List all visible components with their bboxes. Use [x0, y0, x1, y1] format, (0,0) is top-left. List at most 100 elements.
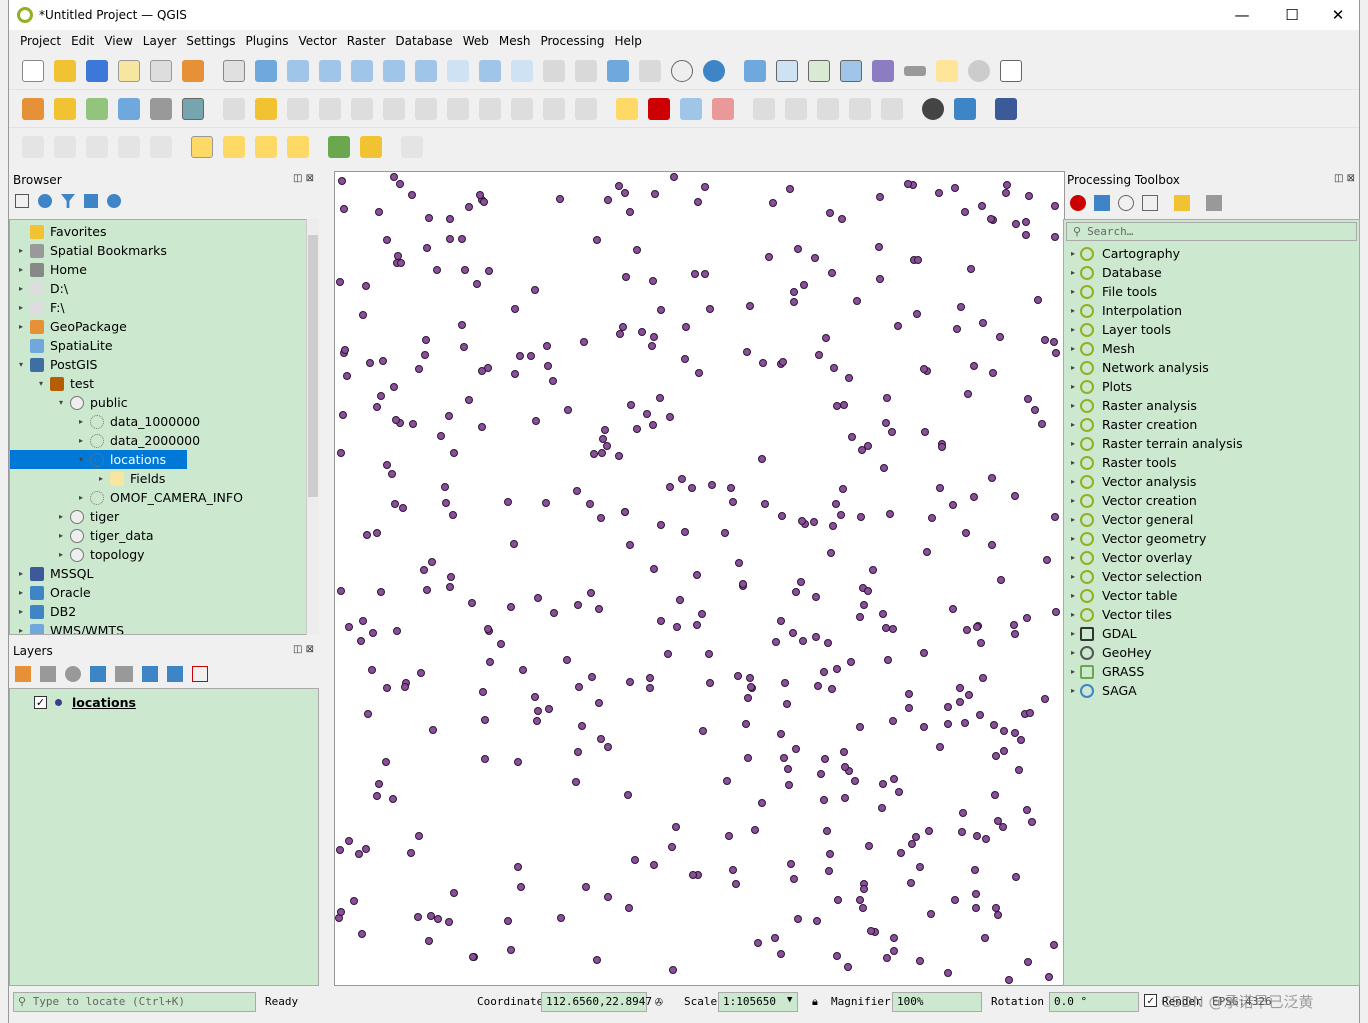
browser-refresh-icon[interactable] — [38, 194, 52, 208]
digitize-tool-icon[interactable] — [22, 136, 44, 158]
measure-angle-icon[interactable] — [360, 136, 382, 158]
map-canvas[interactable] — [334, 171, 1065, 986]
layer-styling-icon[interactable] — [15, 666, 31, 682]
menu-settings[interactable]: Settings — [181, 34, 240, 48]
expand-arrow-icon[interactable]: ▸ — [1068, 382, 1078, 391]
browser-item[interactable]: ▸ Spatial Bookmarks — [16, 241, 167, 260]
help-icon[interactable] — [995, 97, 1017, 120]
expand-arrow-icon[interactable]: ▸ — [1068, 268, 1078, 277]
new-temp-layer-icon[interactable] — [182, 97, 204, 120]
toolbox-group[interactable]: ▸ GRASS — [1068, 662, 1144, 681]
cut-features-icon[interactable] — [447, 97, 469, 120]
toolbox-group[interactable]: ▸ Vector geometry — [1068, 529, 1206, 548]
browser-item[interactable]: ▸ topology — [56, 545, 145, 564]
expand-arrow-icon[interactable]: ▾ — [36, 379, 46, 388]
browser-scrollbar[interactable] — [306, 219, 319, 635]
toolbox-group[interactable]: ▸ Vector analysis — [1068, 472, 1196, 491]
show-bookmarks-icon[interactable] — [639, 59, 661, 82]
add-ring-icon[interactable] — [54, 136, 76, 158]
layers-filter-icon[interactable] — [90, 666, 106, 682]
expand-arrow-icon[interactable]: ▾ — [76, 455, 86, 464]
select-by-value-icon[interactable] — [223, 136, 245, 158]
expand-arrow-icon[interactable]: ▸ — [1068, 477, 1078, 486]
show-hide-labels-icon[interactable] — [753, 97, 775, 120]
collapse-all-icon[interactable] — [84, 194, 98, 208]
menu-project[interactable]: Project — [15, 34, 66, 48]
menu-help[interactable]: Help — [610, 34, 647, 48]
vertex-tool-icon[interactable] — [351, 97, 373, 120]
expand-arrow-icon[interactable]: ▸ — [1068, 325, 1078, 334]
add-selected-layers-icon[interactable] — [15, 194, 29, 208]
toolbox-group[interactable]: ▸ Vector overlay — [1068, 548, 1192, 567]
expand-arrow-icon[interactable]: ▸ — [16, 303, 26, 312]
expand-arrow-icon[interactable]: ▸ — [1068, 439, 1078, 448]
filter-icon[interactable] — [61, 194, 75, 208]
expand-arrow-icon[interactable]: ▸ — [76, 436, 86, 445]
expand-arrow-icon[interactable]: ▸ — [1068, 648, 1078, 657]
select-features-icon[interactable] — [191, 136, 213, 158]
expand-arrow-icon[interactable]: ▸ — [1068, 401, 1078, 410]
add-group-icon[interactable] — [40, 666, 56, 682]
search-tool-icon[interactable] — [328, 136, 350, 158]
expand-arrow-icon[interactable]: ▸ — [1068, 534, 1078, 543]
locator-input[interactable]: ⚲ Type to locate (Ctrl+K) — [13, 992, 256, 1012]
expand-arrow-icon[interactable]: ▸ — [96, 474, 106, 483]
models-icon[interactable] — [1070, 195, 1086, 211]
options-icon[interactable] — [1206, 195, 1222, 211]
browser-item[interactable]: Favorites — [16, 222, 106, 241]
menu-database[interactable]: Database — [390, 34, 457, 48]
paste-features-icon[interactable] — [511, 97, 533, 120]
zoom-next-icon[interactable] — [511, 59, 533, 82]
browser-item[interactable]: ▸ DB2 — [16, 602, 76, 621]
results-viewer-icon[interactable] — [1142, 195, 1158, 211]
pan-to-selection-icon[interactable] — [255, 59, 277, 82]
render-checkbox[interactable]: ✓ — [1144, 994, 1157, 1007]
toolbox-group[interactable]: ▸ Plots — [1068, 377, 1132, 396]
new-3d-map-icon[interactable] — [575, 59, 597, 82]
change-label-icon[interactable] — [849, 97, 871, 120]
expand-arrow-icon[interactable]: ▸ — [16, 246, 26, 255]
annotation-tool-icon[interactable] — [401, 136, 423, 158]
label-properties-icon[interactable] — [881, 97, 903, 120]
expand-arrow-icon[interactable]: ▸ — [56, 531, 66, 540]
browser-item[interactable]: ▸ GeoPackage — [16, 317, 127, 336]
identify-icon[interactable] — [744, 59, 766, 82]
menu-plugins[interactable]: Plugins — [240, 34, 293, 48]
expand-arrow-icon[interactable]: ▸ — [1068, 553, 1078, 562]
expand-arrow-icon[interactable]: ▸ — [16, 626, 26, 634]
add-part-icon[interactable] — [86, 136, 108, 158]
layer-visibility-checkbox[interactable]: ✓ — [34, 696, 47, 709]
toolbox-group[interactable]: ▸ Vector table — [1068, 586, 1177, 605]
zoom-native-icon[interactable] — [447, 59, 469, 82]
toolbox-group[interactable]: ▸ Raster creation — [1068, 415, 1197, 434]
expand-arrow-icon[interactable]: ▸ — [1068, 420, 1078, 429]
toolbox-group[interactable]: ▸ Vector tiles — [1068, 605, 1172, 624]
coordinate-field[interactable]: 112.6560,22.8947 — [541, 992, 652, 1012]
new-spatialite-layer-icon[interactable] — [118, 97, 140, 120]
toolbox-group[interactable]: ▸ Vector general — [1068, 510, 1193, 529]
toolbox-group[interactable]: ▸ Raster tools — [1068, 453, 1177, 472]
remove-layer-icon[interactable] — [192, 666, 208, 682]
expand-arrow-icon[interactable]: ▸ — [16, 322, 26, 331]
close-button[interactable]: ✕ — [1315, 0, 1361, 30]
zoom-full-icon[interactable] — [351, 59, 373, 82]
rotation-field[interactable]: 0.0 ° — [1049, 992, 1139, 1012]
browser-item[interactable]: ▾ PostGIS — [16, 355, 97, 374]
toolbox-group[interactable]: ▸ Database — [1068, 263, 1162, 282]
python-console-icon[interactable] — [954, 97, 976, 120]
magnifier-field[interactable]: 100% — [892, 992, 982, 1012]
layers-float-icon[interactable]: ◫ ⊠ — [293, 644, 314, 655]
reshape-icon[interactable] — [118, 136, 140, 158]
menu-vector[interactable]: Vector — [293, 34, 341, 48]
browser-item[interactable]: ▸ F:\ — [16, 298, 65, 317]
field-calculator-icon[interactable] — [808, 59, 830, 82]
data-source-manager-icon[interactable] — [22, 97, 44, 120]
browser-item[interactable]: ▸ data_2000000 — [76, 431, 200, 450]
scripts-icon[interactable] — [1094, 195, 1110, 211]
menu-raster[interactable]: Raster — [342, 34, 391, 48]
layers-collapse-all-icon[interactable] — [167, 666, 183, 682]
diagram-tool-icon[interactable] — [648, 97, 670, 120]
browser-item[interactable]: ▾ public — [56, 393, 128, 412]
refresh-icon[interactable] — [703, 59, 725, 82]
expand-arrow-icon[interactable]: ▸ — [1068, 667, 1078, 676]
